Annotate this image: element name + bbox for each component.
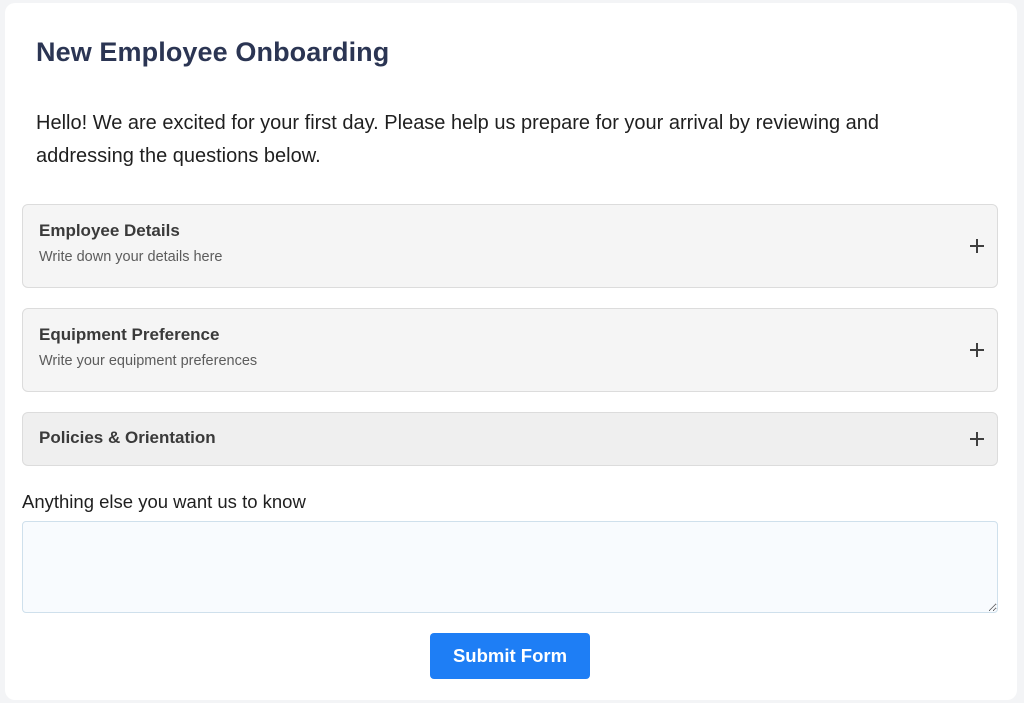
extra-info-textarea[interactable] (22, 521, 998, 613)
section-title: Employee Details (39, 221, 180, 240)
plus-icon[interactable] (970, 239, 984, 253)
plus-icon[interactable] (970, 432, 984, 446)
section-title: Equipment Preference (39, 325, 220, 344)
form-intro-text: Hello! We are excited for your first day… (36, 112, 879, 167)
plus-icon[interactable] (970, 343, 984, 357)
section-equipment-preference[interactable]: Equipment Preference Write your equipmen… (22, 308, 998, 392)
section-policies-orientation[interactable]: Policies & Orientation (22, 412, 998, 466)
submit-form-button[interactable]: Submit Form (430, 633, 590, 679)
section-subtitle: Write your equipment preferences (39, 353, 258, 369)
extra-info-label: Anything else you want us to know (22, 491, 306, 512)
section-employee-details[interactable]: Employee Details Write down your details… (22, 204, 998, 288)
section-subtitle: Write down your details here (39, 249, 223, 265)
form-title: New Employee Onboarding (36, 37, 390, 67)
section-title: Policies & Orientation (39, 428, 216, 447)
onboarding-form-card: New Employee Onboarding Hello! We are ex… (5, 3, 1017, 700)
